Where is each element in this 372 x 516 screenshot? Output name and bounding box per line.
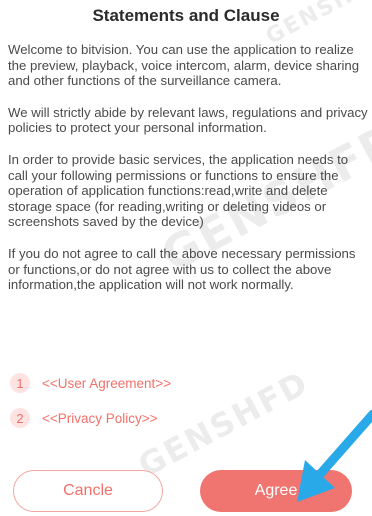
statement-paragraph: In order to provide basic services, the … xyxy=(8,151,349,230)
statement-paragraph: Welcome to bitvision. You can use the ap… xyxy=(8,42,360,89)
link-row-privacy-policy: 2 <<Privacy Policy>> xyxy=(10,406,350,430)
user-agreement-link[interactable]: <<User Agreement>> xyxy=(42,376,171,391)
statement-content: Welcome to bitvision. You can use the ap… xyxy=(8,42,368,309)
link-row-user-agreement: 1 <<User Agreement>> xyxy=(10,371,350,395)
number-badge: 2 xyxy=(10,408,30,428)
statements-dialog: GENSHFD GENSHFD GENSHFD Statements and C… xyxy=(0,0,372,516)
statement-paragraph: If you do not agree to call the above ne… xyxy=(8,245,356,293)
privacy-policy-link[interactable]: <<Privacy Policy>> xyxy=(42,411,158,426)
dialog-title: Statements and Clause xyxy=(92,6,280,25)
agree-button[interactable]: Agree xyxy=(200,470,352,512)
statement-paragraph: We will strictly abide by relevant laws,… xyxy=(8,104,368,136)
cancel-button[interactable]: Cancle xyxy=(13,470,163,512)
number-badge: 1 xyxy=(10,373,30,393)
agreement-links: 1 <<User Agreement>> 2 <<Privacy Policy>… xyxy=(10,371,350,441)
